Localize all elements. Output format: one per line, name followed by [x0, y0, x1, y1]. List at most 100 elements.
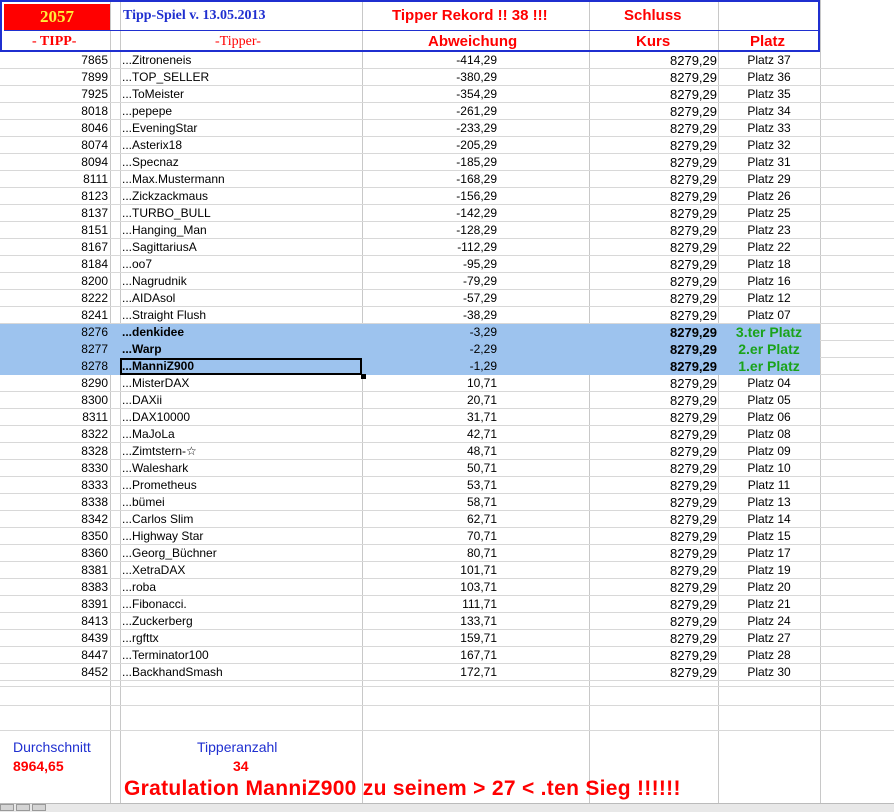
platz-cell[interactable]: Platz 30 — [718, 664, 820, 681]
tipper-name-cell[interactable]: ...Waleshark — [122, 460, 362, 477]
abweichung-cell[interactable]: 172,71 — [362, 664, 497, 681]
tipp-cell[interactable]: 8383 — [0, 579, 108, 596]
abweichung-cell[interactable]: 103,71 — [362, 579, 497, 596]
tipp-cell[interactable]: 8276 — [0, 324, 108, 341]
platz-cell[interactable]: Platz 20 — [718, 579, 820, 596]
kurs-cell[interactable]: 8279,29 — [590, 630, 717, 647]
abweichung-cell[interactable]: 62,71 — [362, 511, 497, 528]
abweichung-cell[interactable]: 10,71 — [362, 375, 497, 392]
tipper-name-cell[interactable]: ...EveningStar — [122, 120, 362, 137]
table-row[interactable]: 8018 ...pepepe -261,29 8279,29 Platz 34 — [0, 103, 820, 120]
abweichung-cell[interactable]: -38,29 — [362, 307, 497, 324]
abweichung-cell[interactable]: 167,71 — [362, 647, 497, 664]
platz-cell[interactable]: Platz 25 — [718, 205, 820, 222]
tipper-name-cell[interactable]: ...Asterix18 — [122, 137, 362, 154]
tipp-cell[interactable]: 8200 — [0, 273, 108, 290]
abweichung-cell[interactable]: -95,29 — [362, 256, 497, 273]
tipp-cell[interactable]: 8184 — [0, 256, 108, 273]
abweichung-cell[interactable]: 20,71 — [362, 392, 497, 409]
abweichung-cell[interactable]: -414,29 — [362, 52, 497, 69]
abweichung-cell[interactable]: 53,71 — [362, 477, 497, 494]
tipp-cell[interactable]: 8311 — [0, 409, 108, 426]
platz-cell[interactable]: Platz 07 — [718, 307, 820, 324]
tipp-cell[interactable]: 8222 — [0, 290, 108, 307]
platz-cell[interactable]: Platz 32 — [718, 137, 820, 154]
durchschnitt-label[interactable]: Durchschnitt — [13, 739, 91, 755]
platz-cell[interactable]: Platz 22 — [718, 239, 820, 256]
table-row[interactable]: 8276 ...denkidee -3,29 8279,29 3.ter Platz — [0, 324, 820, 341]
tipper-name-cell[interactable]: ...Zimtstern-☆ — [122, 443, 362, 460]
kurs-cell[interactable]: 8279,29 — [590, 120, 717, 137]
platz-cell[interactable]: Platz 17 — [718, 545, 820, 562]
tipp-cell[interactable]: 8111 — [0, 171, 108, 188]
kurs-cell[interactable]: 8279,29 — [590, 52, 717, 69]
kurs-cell[interactable]: 8279,29 — [590, 477, 717, 494]
table-row[interactable]: 8381 ...XetraDAX 101,71 8279,29 Platz 19 — [0, 562, 820, 579]
kurs-cell[interactable]: 8279,29 — [590, 426, 717, 443]
table-row[interactable]: 8167 ...SagittariusA -112,29 8279,29 Platz 2… — [0, 239, 820, 256]
kurs-cell[interactable]: 8279,29 — [590, 494, 717, 511]
tipper-name-cell[interactable]: ...Zickzackmaus — [122, 188, 362, 205]
kurs-cell[interactable]: 8279,29 — [590, 205, 717, 222]
tipper-name-cell[interactable]: ...Georg_Büchner — [122, 545, 362, 562]
tipper-name-cell[interactable]: ...Warp — [122, 341, 362, 358]
kurs-cell[interactable]: 8279,29 — [590, 171, 717, 188]
abweichung-cell[interactable]: -1,29 — [362, 358, 497, 375]
tipper-name-cell[interactable]: ...Max.Mustermann — [122, 171, 362, 188]
table-row[interactable]: 8447 ...Terminator100 167,71 8279,29 Platz 2… — [0, 647, 820, 664]
kurs-cell[interactable]: 8279,29 — [590, 392, 717, 409]
platz-cell[interactable]: Platz 36 — [718, 69, 820, 86]
kurs-cell[interactable]: 8279,29 — [590, 664, 717, 681]
platz-cell[interactable]: Platz 34 — [718, 103, 820, 120]
kurs-cell[interactable]: 8279,29 — [590, 341, 717, 358]
tipp-cell[interactable]: 8447 — [0, 647, 108, 664]
kurs-cell[interactable]: 8279,29 — [590, 460, 717, 477]
tipper-name-cell[interactable]: ...pepepe — [122, 103, 362, 120]
kurs-cell[interactable]: 8279,29 — [590, 103, 717, 120]
abweichung-cell[interactable]: 133,71 — [362, 613, 497, 630]
tipper-name-cell[interactable]: ...Highway Star — [122, 528, 362, 545]
platz-cell[interactable]: Platz 29 — [718, 171, 820, 188]
selected-cell[interactable] — [120, 358, 362, 375]
abweichung-cell[interactable]: 42,71 — [362, 426, 497, 443]
column-header-abweichung[interactable]: Abweichung — [428, 33, 517, 50]
tipper-name-cell[interactable]: ...rgfttx — [122, 630, 362, 647]
kurs-cell[interactable]: 8279,29 — [590, 647, 717, 664]
tipp-cell[interactable]: 8151 — [0, 222, 108, 239]
tipper-name-cell[interactable]: ...Specnaz — [122, 154, 362, 171]
platz-cell[interactable]: Platz 21 — [718, 596, 820, 613]
tipper-name-cell[interactable]: ...XetraDAX — [122, 562, 362, 579]
schluss-label[interactable]: Schluss — [624, 7, 682, 24]
tipper-name-cell[interactable]: ...MaJoLa — [122, 426, 362, 443]
tipper-name-cell[interactable]: ...ToMeister — [122, 86, 362, 103]
abweichung-cell[interactable]: 101,71 — [362, 562, 497, 579]
table-row[interactable]: 7899 ...TOP_SELLER -380,29 8279,29 Platz 36 — [0, 69, 820, 86]
table-row[interactable]: 8151 ...Hanging_Man -128,29 8279,29 Platz 23 — [0, 222, 820, 239]
tipper-name-cell[interactable]: ...MisterDAX — [122, 375, 362, 392]
tipper-name-cell[interactable]: ...roba — [122, 579, 362, 596]
game-title[interactable]: Tipp-Spiel v. 13.05.2013 — [123, 8, 266, 24]
table-row[interactable]: 8413 ...Zuckerberg 133,71 8279,29 Platz 24 — [0, 613, 820, 630]
abweichung-cell[interactable]: 111,71 — [362, 596, 497, 613]
abweichung-cell[interactable]: -79,29 — [362, 273, 497, 290]
kurs-cell[interactable]: 8279,29 — [590, 239, 717, 256]
tipper-name-cell[interactable]: ...Nagrudnik — [122, 273, 362, 290]
kurs-cell[interactable]: 8279,29 — [590, 69, 717, 86]
platz-cell[interactable]: Platz 05 — [718, 392, 820, 409]
table-row[interactable]: 8111 ...Max.Mustermann -168,29 8279,29 Platz… — [0, 171, 820, 188]
kurs-cell[interactable]: 8279,29 — [590, 324, 717, 341]
table-row[interactable]: 8300 ...DAXii 20,71 8279,29 Platz 05 — [0, 392, 820, 409]
tipp-cell[interactable]: 8137 — [0, 205, 108, 222]
column-header-tipp[interactable]: - TIPP- — [32, 34, 76, 50]
table-row[interactable]: 8391 ...Fibonacci. 111,71 8279,29 Platz 21 — [0, 596, 820, 613]
platz-cell[interactable]: Platz 24 — [718, 613, 820, 630]
platz-cell[interactable]: Platz 26 — [718, 188, 820, 205]
table-row[interactable]: 7925 ...ToMeister -354,29 8279,29 Platz 35 — [0, 86, 820, 103]
platz-cell[interactable]: Platz 14 — [718, 511, 820, 528]
tipper-name-cell[interactable]: ...Carlos Slim — [122, 511, 362, 528]
tipp-cell[interactable]: 8018 — [0, 103, 108, 120]
kurs-cell[interactable]: 8279,29 — [590, 154, 717, 171]
abweichung-cell[interactable]: -142,29 — [362, 205, 497, 222]
kurs-cell[interactable]: 8279,29 — [590, 307, 717, 324]
abweichung-cell[interactable]: -233,29 — [362, 120, 497, 137]
